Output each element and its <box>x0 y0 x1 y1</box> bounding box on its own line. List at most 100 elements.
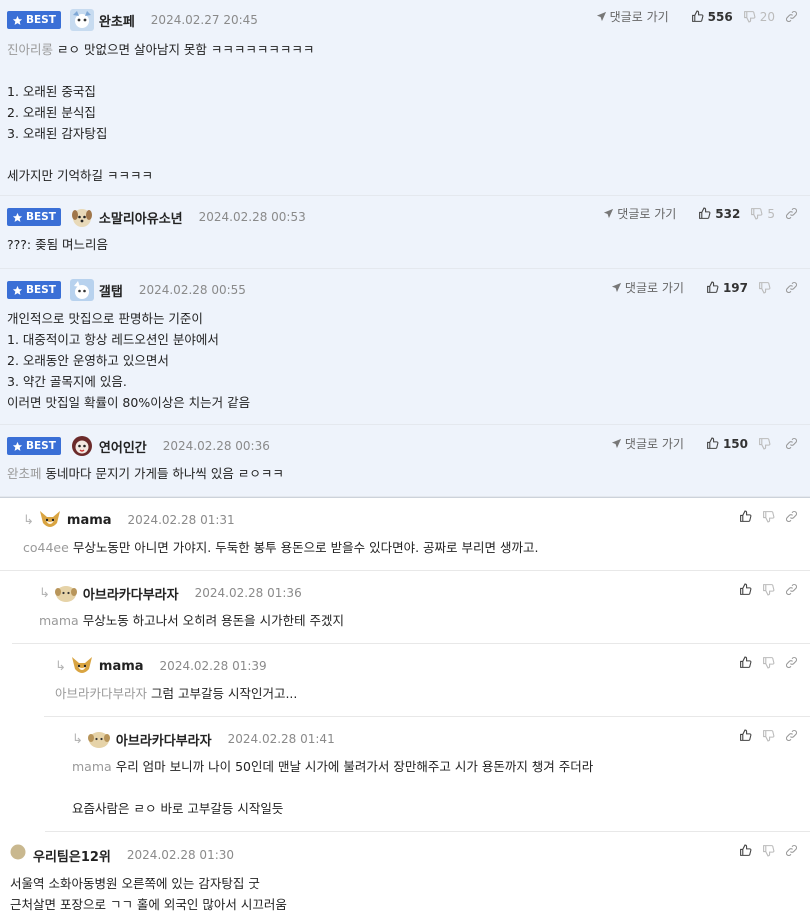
author-nick[interactable]: 연어인간 <box>99 437 147 456</box>
body-line: ㄹㅇ 맛없으면 살아남지 못함 ㅋㅋㅋㅋㅋㅋㅋㅋㅋ <box>57 42 315 57</box>
share-button[interactable] <box>785 207 798 220</box>
like-button[interactable] <box>739 729 752 742</box>
link-icon <box>786 584 797 595</box>
comment-body: 서울역 소화아동병원 오른쪽에 있는 감자탕집 굿 근처살면 포장으로 ㄱㄱ 홀… <box>10 873 810 915</box>
dislike-button[interactable] <box>762 656 775 669</box>
like-button[interactable] <box>739 583 752 596</box>
avatar[interactable] <box>69 9 94 31</box>
dislike-button[interactable] <box>762 583 775 596</box>
goto-comment-link[interactable]: 댓글로 가기 <box>596 8 669 25</box>
star-icon <box>12 285 23 295</box>
like-button[interactable]: 556 <box>691 10 733 24</box>
share-button[interactable] <box>785 844 798 857</box>
thumbs-up-icon <box>707 281 719 293</box>
best-badge: BEST <box>7 208 61 226</box>
share-button[interactable] <box>785 281 798 294</box>
thumbs-up-icon <box>740 729 752 741</box>
link-icon <box>786 208 797 219</box>
reply-mention[interactable]: mama <box>39 613 79 628</box>
dislike-count: 5 <box>767 206 775 221</box>
body-line: 근처살면 포장으로 ㄱㄱ 홀에 외국인 많아서 시끄러움 <box>10 897 287 912</box>
reply-mention[interactable]: mama <box>72 759 112 774</box>
like-button[interactable]: 532 <box>698 207 740 221</box>
author-nick[interactable]: 아브라카다부라자 <box>116 730 212 749</box>
author-nick[interactable]: 소말리아유소년 <box>99 208 183 227</box>
like-button[interactable] <box>739 844 752 857</box>
dislike-button[interactable]: 5 <box>750 207 775 221</box>
comment-date: 2024.02.28 00:55 <box>138 283 246 297</box>
goto-comment-link[interactable]: 댓글로 가기 <box>603 205 676 222</box>
goto-comment-link[interactable]: 댓글로 가기 <box>611 279 684 296</box>
author-nick[interactable]: 완초페 <box>99 11 135 30</box>
body-line: 동네마다 문지기 가게들 하나씩 있음 ㄹㅇㅋㅋ <box>45 466 284 481</box>
author-nick[interactable]: mama <box>67 513 112 528</box>
author-nick[interactable]: 아브라카다부라자 <box>83 584 179 603</box>
dislike-button[interactable] <box>758 437 775 450</box>
reply-comment: ↳ mama 2024.02.28 01:31 co44ee 무상노동만 아니면 … <box>0 497 810 571</box>
author-nick[interactable]: mama <box>99 659 144 674</box>
comment-date: 2024.02.28 01:39 <box>159 659 267 673</box>
avatar[interactable] <box>70 206 94 228</box>
comment-actions <box>729 729 798 742</box>
reply-mention[interactable]: 아브라카다부라자 <box>55 686 147 701</box>
body-line: 세가지만 기억하길 ㅋㅋㅋㅋ <box>7 168 153 183</box>
comment-actions: 댓글로 가기 556 20 <box>596 8 798 25</box>
link-icon <box>786 845 797 856</box>
avatar[interactable] <box>69 279 94 301</box>
avatar[interactable] <box>38 509 62 531</box>
like-button[interactable]: 197 <box>706 281 748 295</box>
share-button[interactable] <box>785 583 798 596</box>
thumbs-down-icon <box>751 208 763 220</box>
reply-comment: ↳ 아브라카다부라자 2024.02.28 01:36 mama 무상노동 하고나… <box>12 571 810 644</box>
like-count: 556 <box>707 9 733 24</box>
comment-body: 개인적으로 맛집으로 판명하는 기준이 1. 대중적이고 항상 레드오션인 분야… <box>7 308 810 413</box>
body-line: 요즘사람은 ㄹㅇ 바로 고부갈등 시작일듯 <box>72 801 284 816</box>
body-line: 이러면 맛집일 확률이 80%이상은 치는거 같음 <box>7 395 251 410</box>
comment-actions <box>729 510 798 523</box>
like-button[interactable]: 150 <box>706 437 748 451</box>
like-button[interactable] <box>739 510 752 523</box>
thumbs-down-icon <box>743 11 756 23</box>
author-nick[interactable]: 우리팀은12위 <box>33 846 111 865</box>
avatar[interactable] <box>87 728 111 750</box>
link-icon <box>786 11 797 22</box>
reply-arrow-icon: ↳ <box>23 512 34 528</box>
comment-date: 2024.02.28 01:30 <box>126 848 235 862</box>
avatar[interactable] <box>10 844 28 866</box>
avatar[interactable] <box>70 435 94 457</box>
link-icon <box>786 438 797 449</box>
share-button[interactable] <box>785 510 798 523</box>
dislike-button[interactable] <box>758 281 775 294</box>
body-line: 3. 약간 골목지에 있음. <box>7 374 127 389</box>
goto-comment-link[interactable]: 댓글로 가기 <box>611 435 684 452</box>
dislike-button[interactable] <box>762 844 775 857</box>
avatar[interactable] <box>54 582 78 604</box>
like-button[interactable] <box>739 656 752 669</box>
share-button[interactable] <box>785 437 798 450</box>
comment-body: 완초페 동네마다 문지기 가게들 하나씩 있음 ㄹㅇㅋㅋ <box>7 463 810 484</box>
comment-actions <box>729 583 798 596</box>
share-button[interactable] <box>785 656 798 669</box>
best-comment: BEST 갤탭 2024.02.28 00:55 댓글로 가기 197 개인적으… <box>0 269 810 425</box>
share-button[interactable] <box>785 10 798 23</box>
dislike-button[interactable] <box>762 729 775 742</box>
link-icon <box>786 657 797 668</box>
dislike-count: 20 <box>759 9 775 24</box>
share-button[interactable] <box>785 729 798 742</box>
best-label: BEST <box>26 14 56 26</box>
author-nick[interactable]: 갤탭 <box>99 281 123 300</box>
thumbs-up-icon <box>740 583 752 595</box>
best-label: BEST <box>26 211 56 223</box>
comment-date: 2024.02.28 01:41 <box>227 732 335 746</box>
dislike-button[interactable] <box>762 510 775 523</box>
best-comment: BEST 연어인간 2024.02.28 00:36 댓글로 가기 150 완초… <box>0 425 810 497</box>
reply-mention[interactable]: 완초페 <box>7 466 42 481</box>
avatar[interactable] <box>70 655 94 677</box>
body-line: 3. 오래된 감자탕집 <box>7 126 108 141</box>
reply-mention[interactable]: 진아리롱 <box>7 42 53 57</box>
body-line: 1. 오래된 중국집 <box>7 84 96 99</box>
dislike-button[interactable]: 20 <box>743 10 775 24</box>
comment-actions <box>729 844 798 857</box>
star-icon <box>12 441 23 451</box>
reply-mention[interactable]: co44ee <box>23 540 69 555</box>
